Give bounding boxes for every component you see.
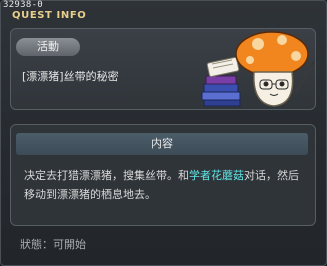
quest-status: 狀態：可開始 xyxy=(20,238,86,251)
content-header: 内容 xyxy=(16,133,308,155)
mushroom-cap-icon xyxy=(235,31,309,77)
npc-name-link[interactable]: 学者花蘑菇 xyxy=(189,169,244,182)
book-stack-icon xyxy=(201,75,241,107)
quest-description: 决定去打猎漂漂猪，搜集丝带。和学者花蘑菇对话，然后移动到漂漂猪的栖息地去。 xyxy=(24,166,306,204)
quest-name: [漂漂猪]丝带的秘密 xyxy=(22,70,119,83)
quest-id-label: 32938-0 xyxy=(3,0,44,10)
mushroom-scholar-illustration xyxy=(201,31,316,107)
scroll-icon xyxy=(206,56,240,78)
window-title: QUEST INFO xyxy=(12,10,87,21)
mushroom-body-icon xyxy=(253,71,294,107)
quest-type-badge: 活動 xyxy=(16,38,80,56)
description-part-1: 决定去打猎漂漂猪，搜集丝带。和 xyxy=(24,169,189,182)
